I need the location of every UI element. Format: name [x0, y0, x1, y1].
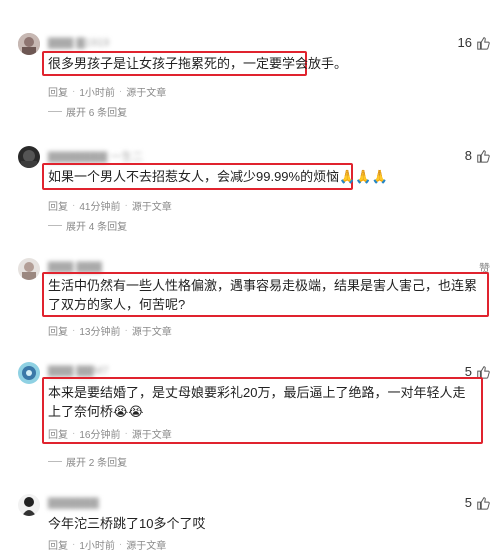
- like-button[interactable]: 5: [464, 495, 490, 510]
- meta-separator: ·: [118, 539, 123, 550]
- meta-separator: ·: [124, 325, 128, 336]
- like-button[interactable]: 8: [464, 148, 490, 163]
- expand-label: 展开 6 条回复: [66, 108, 128, 119]
- comment-text: 如果一个男人不去招惹女人，会减少99.99%的烦恼🙏🙏🙏: [48, 169, 388, 184]
- expand-line: [48, 461, 62, 462]
- avatar[interactable]: [18, 33, 40, 55]
- reply-button[interactable]: 回复: [48, 323, 68, 338]
- timestamp: 16分钟前: [79, 430, 121, 441]
- like-count: 16: [457, 35, 472, 50]
- thumb-up-icon: [477, 496, 490, 510]
- username-blurred: ▇▇▇▇▇▇▇ 一生二: [48, 151, 144, 163]
- expand-line: [48, 111, 62, 112]
- expand-replies[interactable]: 展开 6 条回复: [48, 104, 127, 119]
- reply-button[interactable]: 回复: [48, 84, 68, 99]
- source-link[interactable]: 源于文章: [132, 426, 172, 441]
- reply-button[interactable]: 回复: [48, 426, 68, 441]
- comment-text: 本来是要结婚了，是丈母娘要彩礼20万，最后逼上了绝路，一对年轻人走上了奈何桥😭😭: [48, 385, 466, 419]
- meta-separator: ·: [72, 539, 76, 550]
- thumb-up-icon: [477, 36, 490, 50]
- avatar[interactable]: [18, 494, 40, 516]
- timestamp: 1小时前: [79, 88, 115, 99]
- avatar[interactable]: [18, 258, 40, 280]
- like-count: 5: [464, 495, 472, 510]
- comment-text: 今年沱三桥跳了10多个了哎: [48, 516, 206, 531]
- meta-separator: ·: [72, 86, 76, 97]
- expand-replies[interactable]: 展开 4 条回复: [48, 218, 127, 233]
- comment-meta: 回复 · 16分钟前 · 源于文章: [48, 426, 172, 441]
- like-button[interactable]: 16: [458, 35, 490, 50]
- expand-label: 展开 2 条回复: [66, 458, 128, 469]
- meta-separator: ·: [118, 86, 123, 97]
- timestamp: 41分钟前: [79, 202, 121, 213]
- thumb-up-icon: [477, 149, 490, 163]
- username-blurred: ▇▇▇ ▇1919: [48, 37, 110, 49]
- comment-meta: 回复 · 41分钟前 · 源于文章: [48, 198, 172, 213]
- username-blurred: ▇▇▇ ▇▇M7: [48, 365, 109, 377]
- expand-replies[interactable]: 展开 2 条回复: [48, 454, 127, 469]
- comment-text: 生活中仍然有一些人性格偏激，遇事容易走极端，结果是害人害己，也连累了双方的家人，…: [48, 278, 478, 312]
- like-count: 8: [464, 148, 472, 163]
- meta-separator: ·: [72, 200, 76, 211]
- source-link[interactable]: 源于文章: [126, 84, 166, 99]
- reply-button[interactable]: 回复: [48, 198, 68, 213]
- expand-line: [48, 225, 62, 226]
- comment-meta: 回复 · 13分钟前 · 源于文章: [48, 323, 172, 338]
- meta-separator: ·: [124, 200, 128, 211]
- expand-label: 展开 4 条回复: [66, 222, 128, 233]
- comment-text: 很多男孩子是让女孩子拖累死的，一定要学会放手。: [48, 56, 348, 71]
- meta-separator: ·: [72, 325, 76, 336]
- source-link[interactable]: 源于文章: [132, 198, 172, 213]
- avatar[interactable]: [18, 362, 40, 384]
- comment-meta: 回复 · 1小时前 · 源于文章: [48, 84, 166, 99]
- timestamp: 13分钟前: [79, 327, 121, 338]
- source-link[interactable]: 源于文章: [132, 323, 172, 338]
- meta-separator: ·: [124, 428, 128, 439]
- username-blurred: ▇▇▇▇▇▇: [48, 497, 99, 509]
- avatar[interactable]: [18, 146, 40, 168]
- meta-separator: ·: [72, 428, 76, 439]
